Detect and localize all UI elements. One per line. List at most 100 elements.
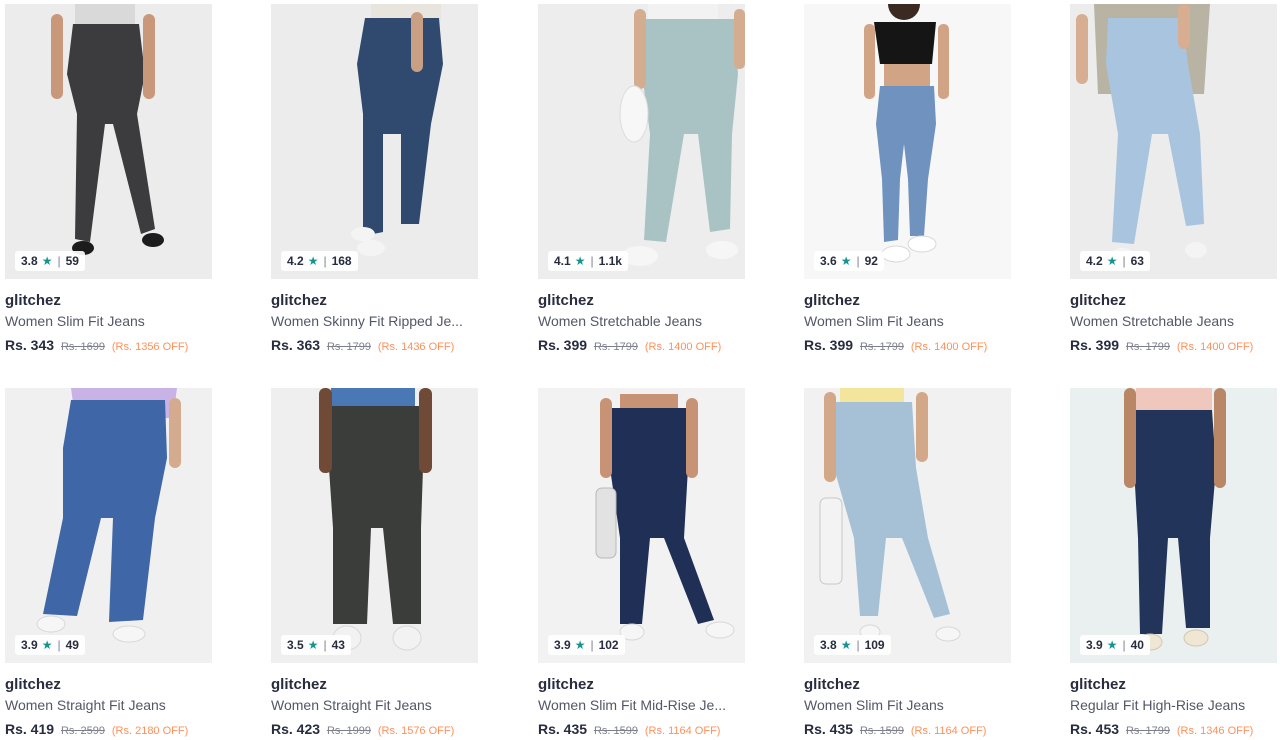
product-name[interactable]: Women Stretchable Jeans — [538, 313, 733, 330]
product-name[interactable]: Women Stretchable Jeans — [1070, 313, 1265, 330]
product-image[interactable]: 3.9 ★ | 102 — [538, 388, 745, 663]
model-arm — [938, 24, 949, 99]
model-shoe — [357, 240, 385, 256]
product-image[interactable]: 4.1 ★ | 1.1k — [538, 4, 745, 279]
price-discount: (Rs. 1164 OFF) — [644, 725, 721, 737]
product-price: Rs. 399 Rs. 1799 (Rs. 1400 OFF) — [538, 337, 745, 354]
product-card[interactable]: 3.9 ★ | 40 glitchez Regular Fit High-Ris… — [1070, 388, 1277, 738]
rating-count: 40 — [1130, 638, 1144, 652]
product-image[interactable]: 3.5 ★ | 43 — [271, 388, 478, 663]
product-price: Rs. 435 Rs. 1599 (Rs. 1164 OFF) — [538, 721, 745, 738]
product-name[interactable]: Women Slim Fit Jeans — [5, 313, 200, 330]
product-name[interactable]: Women Slim Fit Jeans — [804, 697, 999, 714]
model-shoe — [706, 241, 738, 259]
price-current: Rs. 423 — [271, 721, 321, 737]
model-arm — [916, 392, 928, 462]
product-card[interactable]: 3.8 ★ | 109 glitchez Women Slim Fit Jean… — [804, 388, 1011, 738]
star-icon: ★ — [1106, 254, 1118, 268]
rating-count: 168 — [331, 254, 352, 268]
rating-separator: | — [57, 254, 61, 268]
rating-value: 4.2 — [287, 254, 304, 268]
price-discount: (Rs. 1356 OFF) — [111, 341, 189, 353]
price-mrp: Rs. 1999 — [326, 725, 371, 737]
model-bag — [595, 487, 617, 559]
model-arm — [143, 14, 155, 99]
product-brand[interactable]: glitchez — [271, 292, 478, 310]
product-image[interactable]: 3.8 ★ | 109 — [804, 388, 1011, 663]
rating-badge: 3.8 ★ | 59 — [15, 251, 85, 271]
star-icon: ★ — [41, 254, 53, 268]
model-shoe — [907, 235, 937, 253]
product-image[interactable]: 3.8 ★ | 59 — [5, 4, 212, 279]
product-card[interactable]: 3.9 ★ | 102 glitchez Women Slim Fit Mid-… — [538, 388, 745, 738]
star-icon: ★ — [840, 254, 852, 268]
model-arm — [411, 12, 423, 72]
product-card[interactable]: 3.8 ★ | 59 glitchez Women Slim Fit Jeans… — [5, 4, 212, 354]
price-mrp: Rs. 1799 — [859, 341, 904, 353]
product-image[interactable]: 4.2 ★ | 168 — [271, 4, 478, 279]
rating-count: 102 — [598, 638, 619, 652]
model-bag — [819, 497, 843, 585]
star-icon: ★ — [307, 254, 319, 268]
rating-badge: 4.2 ★ | 168 — [281, 251, 358, 271]
model-top — [331, 388, 415, 408]
product-name[interactable]: Women Slim Fit Mid-Rise Je... — [538, 697, 733, 714]
rating-value: 3.9 — [554, 638, 571, 652]
product-image[interactable]: 3.9 ★ | 40 — [1070, 388, 1277, 663]
product-brand[interactable]: glitchez — [5, 292, 212, 310]
price-discount: (Rs. 1346 OFF) — [1176, 725, 1254, 737]
product-card[interactable]: 4.2 ★ | 168 glitchez Women Skinny Fit Ri… — [271, 4, 478, 354]
price-discount: (Rs. 1576 OFF) — [377, 725, 455, 737]
product-brand[interactable]: glitchez — [5, 676, 212, 694]
rating-value: 3.9 — [21, 638, 38, 652]
price-mrp: Rs. 2599 — [60, 725, 105, 737]
rating-count: 49 — [65, 638, 79, 652]
model-hat — [619, 85, 649, 143]
model-shoe — [935, 626, 961, 642]
rating-separator: | — [323, 638, 327, 652]
model-shoe — [1183, 629, 1209, 647]
price-discount: (Rs. 1400 OFF) — [910, 341, 988, 353]
product-card[interactable]: 4.1 ★ | 1.1k glitchez Women Stretchable … — [538, 4, 745, 354]
product-name[interactable]: Women Straight Fit Jeans — [271, 697, 466, 714]
product-card[interactable]: 3.9 ★ | 49 glitchez Women Straight Fit J… — [5, 388, 212, 738]
price-mrp: Rs. 1599 — [859, 725, 904, 737]
product-name[interactable]: Regular Fit High-Rise Jeans — [1070, 697, 1265, 714]
product-brand[interactable]: glitchez — [538, 292, 745, 310]
product-brand[interactable]: glitchez — [1070, 676, 1277, 694]
product-name[interactable]: Women Straight Fit Jeans — [5, 697, 200, 714]
star-icon: ★ — [574, 254, 586, 268]
model-arm — [51, 14, 63, 99]
rating-badge: 3.9 ★ | 40 — [1080, 635, 1150, 655]
model-shoe — [351, 227, 375, 241]
product-brand[interactable]: glitchez — [804, 292, 1011, 310]
price-mrp: Rs. 1599 — [593, 725, 638, 737]
product-brand[interactable]: glitchez — [271, 676, 478, 694]
price-mrp: Rs. 1799 — [326, 341, 371, 353]
product-image[interactable]: 3.9 ★ | 49 — [5, 388, 212, 663]
rating-count: 59 — [65, 254, 79, 268]
product-card[interactable]: 4.2 ★ | 63 glitchez Women Stretchable Je… — [1070, 4, 1277, 354]
product-name[interactable]: Women Skinny Fit Ripped Je... — [271, 313, 466, 330]
model-shoe — [705, 621, 735, 639]
product-brand[interactable]: glitchez — [538, 676, 745, 694]
price-current: Rs. 453 — [1070, 721, 1120, 737]
price-discount: (Rs. 2180 OFF) — [111, 725, 189, 737]
price-mrp: Rs. 1699 — [60, 341, 105, 353]
product-price: Rs. 363 Rs. 1799 (Rs. 1436 OFF) — [271, 337, 478, 354]
model-skin — [620, 394, 678, 410]
product-card[interactable]: 3.6 ★ | 92 glitchez Women Slim Fit Jeans… — [804, 4, 1011, 354]
product-card[interactable]: 3.5 ★ | 43 glitchez Women Straight Fit J… — [271, 388, 478, 738]
model-arm — [1124, 388, 1136, 488]
price-discount: (Rs. 1436 OFF) — [377, 341, 455, 353]
product-image[interactable]: 3.6 ★ | 92 — [804, 4, 1011, 279]
rating-value: 3.8 — [21, 254, 38, 268]
product-brand[interactable]: glitchez — [804, 676, 1011, 694]
rating-badge: 3.5 ★ | 43 — [281, 635, 351, 655]
product-brand[interactable]: glitchez — [1070, 292, 1277, 310]
product-image[interactable]: 4.2 ★ | 63 — [1070, 4, 1277, 279]
model-arm — [319, 388, 332, 473]
price-current: Rs. 363 — [271, 337, 321, 353]
model-arm — [634, 9, 646, 89]
product-name[interactable]: Women Slim Fit Jeans — [804, 313, 999, 330]
